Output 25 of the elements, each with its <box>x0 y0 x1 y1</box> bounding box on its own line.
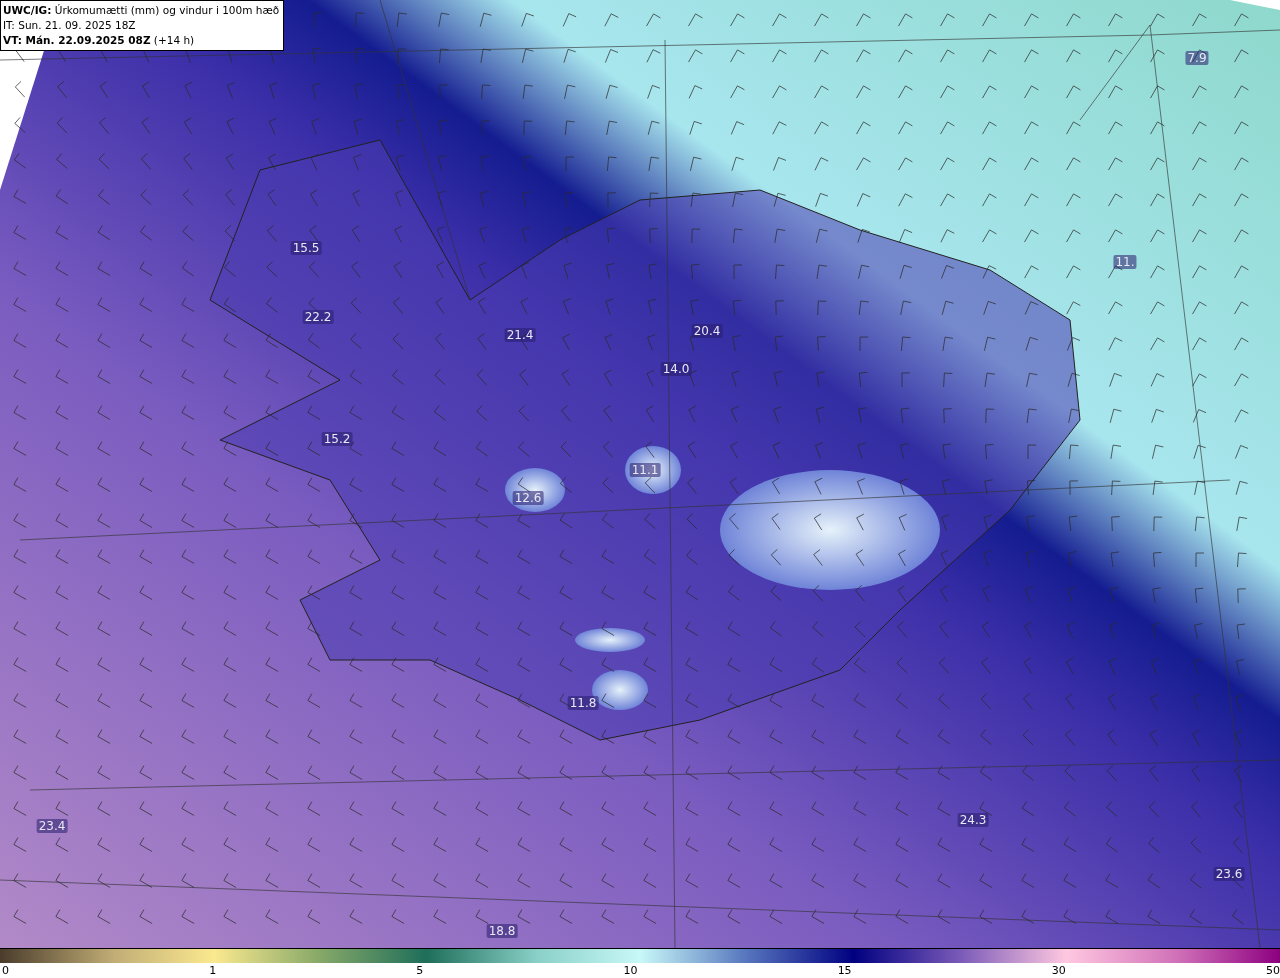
value-label: 7.9 <box>1185 51 1209 65</box>
issue-time: IT: Sun. 21. 09. 2025 18Z <box>3 18 137 33</box>
value-label: 11. <box>1113 255 1137 269</box>
value-label: 24.3 <box>957 813 989 827</box>
value-label: 23.4 <box>36 819 68 833</box>
scale-tick-label: 5 <box>416 963 424 978</box>
scale-tick-label: 10 <box>623 963 638 978</box>
value-label: 22.2 <box>302 310 334 324</box>
valid-time: VT: Mán. 22.09.2025 08Z (+14 h) <box>3 33 196 48</box>
value-label: 12.6 <box>512 491 544 505</box>
map-title: UWC/IG: Úrkomumætti (mm) og vindur i 100m hæð <box>3 3 281 18</box>
value-label: 20.4 <box>691 324 723 338</box>
value-label: 14.0 <box>660 362 692 376</box>
scale-tick-label: 50 <box>1265 963 1280 978</box>
scale-tick-label: 30 <box>1051 963 1066 978</box>
value-label: 18.8 <box>486 924 518 938</box>
value-label: 11.8 <box>567 696 599 710</box>
scale-tick-label: 15 <box>837 963 852 978</box>
value-label: 21.4 <box>504 328 536 342</box>
scale-tick-label: 1 <box>209 963 217 978</box>
value-label: 11.1 <box>629 463 661 477</box>
value-label: 23.6 <box>1213 867 1245 881</box>
value-label: 15.5 <box>290 241 322 255</box>
value-label: 15.2 <box>321 432 353 446</box>
scale-tick-label: 0 <box>2 963 9 978</box>
